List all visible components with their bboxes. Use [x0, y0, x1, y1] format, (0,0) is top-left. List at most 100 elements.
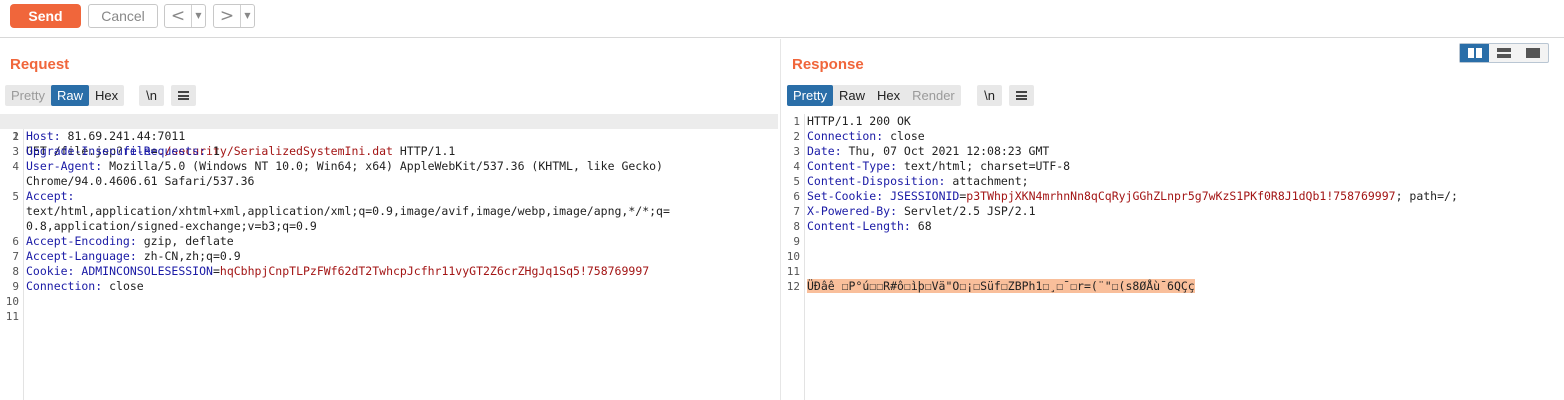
- request-line: 10: [0, 294, 778, 309]
- response-line: 9: [781, 234, 1564, 249]
- request-line: text/html,application/xhtml+xml,applicat…: [0, 204, 778, 219]
- send-button[interactable]: Send: [10, 4, 81, 28]
- request-line: 0.8,application/signed-exchange;v=b3;q=0…: [0, 219, 778, 234]
- line-number: 12: [786, 280, 800, 293]
- header-name: Connection:: [807, 129, 884, 143]
- line-number: 3: [793, 145, 800, 158]
- split-columns-icon: [1467, 48, 1482, 58]
- response-body-binary: ÜÐâê ☐P°ú☐☐R#ô☐ìþ☐Vä"O☐¡☐Süf☐ZBPh1☐¸☐¯☐r…: [807, 279, 1195, 293]
- response-line: 2 Connection: close: [781, 129, 1564, 144]
- cookie-name: ADMINCONSOLESESSION: [81, 264, 213, 278]
- request-line: 7 Accept-Language: zh-CN,zh;q=0.9: [0, 249, 778, 264]
- response-tab-pretty[interactable]: Pretty: [787, 85, 833, 106]
- request-line: Chrome/94.0.4606.61 Safari/537.36: [0, 174, 778, 189]
- response-line: 8 Content-Length: 68: [781, 219, 1564, 234]
- response-tab-hex[interactable]: Hex: [871, 85, 906, 106]
- response-view-tabs: Pretty Raw Hex Render: [787, 85, 961, 106]
- header-name: Upgrade-Insecure-Requests:: [26, 144, 207, 158]
- line-number: 7: [793, 205, 800, 218]
- line-number: 4: [12, 160, 19, 173]
- request-tab-raw[interactable]: Raw: [50, 85, 89, 106]
- request-tab-pretty[interactable]: Pretty: [5, 85, 51, 106]
- header-name: X-Powered-By:: [807, 204, 898, 218]
- response-title: Response: [792, 56, 864, 73]
- request-tab-hex[interactable]: Hex: [89, 85, 124, 106]
- request-title: Request: [10, 56, 70, 73]
- layout-split-columns[interactable]: [1460, 44, 1490, 62]
- line-number: 1: [793, 115, 800, 128]
- back-history-dropdown-icon[interactable]: ▼: [191, 5, 205, 27]
- header-name: Set-Cookie:: [807, 189, 884, 203]
- request-line: 6 Accept-Encoding: gzip, deflate: [0, 234, 778, 249]
- line-number: 11: [5, 310, 19, 323]
- response-editor[interactable]: 1 HTTP/1.1 200 OK 2 Connection: close 3 Dat…: [781, 114, 1564, 400]
- request-line: 4 User-Agent: Mozilla/5.0 (Windows NT 10.…: [0, 159, 778, 174]
- request-line: 3 Upgrade-Insecure-Requests: 1: [0, 144, 778, 159]
- back-arrow-icon[interactable]: <: [165, 5, 191, 27]
- header-value: gzip, deflate: [136, 234, 234, 248]
- response-tab-raw[interactable]: Raw: [833, 85, 871, 106]
- response-line: 1 HTTP/1.1 200 OK: [781, 114, 1564, 129]
- line-number: 10: [5, 295, 19, 308]
- line-number: 10: [786, 250, 800, 263]
- header-name: Cookie:: [26, 264, 75, 278]
- request-newline-toggle[interactable]: \n: [139, 85, 164, 106]
- request-line: 2 Host: 81.69.241.44:7011: [0, 129, 778, 144]
- header-name: Accept-Language:: [26, 249, 137, 263]
- response-line: 11: [781, 264, 1564, 279]
- response-line: 7 X-Powered-By: Servlet/2.5 JSP/2.1: [781, 204, 1564, 219]
- header-name: Content-Type:: [807, 159, 898, 173]
- request-line: 8 Cookie: ADMINCONSOLESESSION=hqCbhpjCnpT…: [0, 264, 778, 279]
- line-number: 2: [793, 130, 800, 143]
- cookie-value: hqCbhpjCnpTLPzFWf62dT2TwhcpJcfhr11vyGT2Z…: [219, 264, 650, 278]
- line-number: 4: [793, 160, 800, 173]
- response-line: 10: [781, 249, 1564, 264]
- header-value-continuation: 0.8,application/signed-exchange;v=b3;q=0…: [26, 219, 317, 233]
- line-number: 9: [12, 280, 19, 293]
- response-newline-toggle[interactable]: \n: [977, 85, 1002, 106]
- header-name: Date:: [807, 144, 842, 158]
- line-number: 9: [793, 235, 800, 248]
- hamburger-menu-icon: [1016, 91, 1027, 100]
- response-line: 12 ÜÐâê ☐P°ú☐☐R#ô☐ìþ☐Vä"O☐¡☐Süf☐ZBPh1☐¸☐¯…: [781, 279, 1564, 294]
- request-menu-button[interactable]: [171, 85, 196, 106]
- header-name: Accept:: [26, 189, 75, 203]
- request-line: 11: [0, 309, 778, 324]
- layout-single-pane[interactable]: [1519, 44, 1548, 62]
- header-value-continuation: Chrome/94.0.4606.61 Safari/537.36: [26, 174, 255, 188]
- layout-split-rows[interactable]: [1489, 44, 1518, 62]
- response-menu-button[interactable]: [1009, 85, 1034, 106]
- header-value: Servlet/2.5 JSP/2.1: [897, 204, 1036, 218]
- header-name: Accept-Encoding:: [26, 234, 137, 248]
- cookie-name: JSESSIONID: [890, 189, 960, 203]
- header-value: 68: [910, 219, 932, 233]
- line-number: 7: [12, 250, 19, 263]
- request-editor[interactable]: 1 GET /file.jsp?file=./security/Serializ…: [0, 114, 778, 400]
- header-value: Thu, 07 Oct 2021 12:08:23 GMT: [841, 144, 1050, 158]
- response-tab-render[interactable]: Render: [906, 85, 961, 106]
- header-value: attachment;: [945, 174, 1029, 188]
- cancel-button[interactable]: Cancel: [88, 4, 158, 28]
- header-name: Content-Disposition:: [807, 174, 946, 188]
- header-value: zh-CN,zh;q=0.9: [136, 249, 241, 263]
- response-pane: Response Pretty Raw Hex Render \n 1 HTTP/…: [780, 39, 1564, 400]
- split-rows-icon: [1496, 48, 1511, 58]
- line-number: 6: [793, 190, 800, 203]
- header-value: close: [883, 129, 925, 143]
- response-line: 3 Date: Thu, 07 Oct 2021 12:08:23 GMT: [781, 144, 1564, 159]
- request-pane: Request Pretty Raw Hex \n 1 GET /file.js…: [0, 39, 778, 400]
- back-navigation: < ▼: [164, 4, 206, 28]
- response-line: 5 Content-Disposition: attachment;: [781, 174, 1564, 189]
- forward-arrow-icon[interactable]: >: [214, 5, 240, 27]
- line-number: 3: [12, 145, 19, 158]
- header-value: 81.69.241.44:7011: [60, 129, 186, 143]
- status-line: HTTP/1.1 200 OK: [807, 114, 911, 128]
- forward-history-dropdown-icon[interactable]: ▼: [240, 5, 254, 27]
- top-toolbar: Send Cancel < ▼ > ▼: [0, 0, 1564, 38]
- forward-navigation: > ▼: [213, 4, 255, 28]
- cookie-value: p3TWhpjXKN4mrhnNn8qCqRyjGGhZLnpr5g7wKzS1…: [966, 189, 1396, 203]
- response-line: 6 Set-Cookie: JSESSIONID=p3TWhpjXKN4mrhnN…: [781, 189, 1564, 204]
- line-number: 8: [793, 220, 800, 233]
- hamburger-menu-icon: [178, 91, 189, 100]
- header-name: User-Agent:: [26, 159, 103, 173]
